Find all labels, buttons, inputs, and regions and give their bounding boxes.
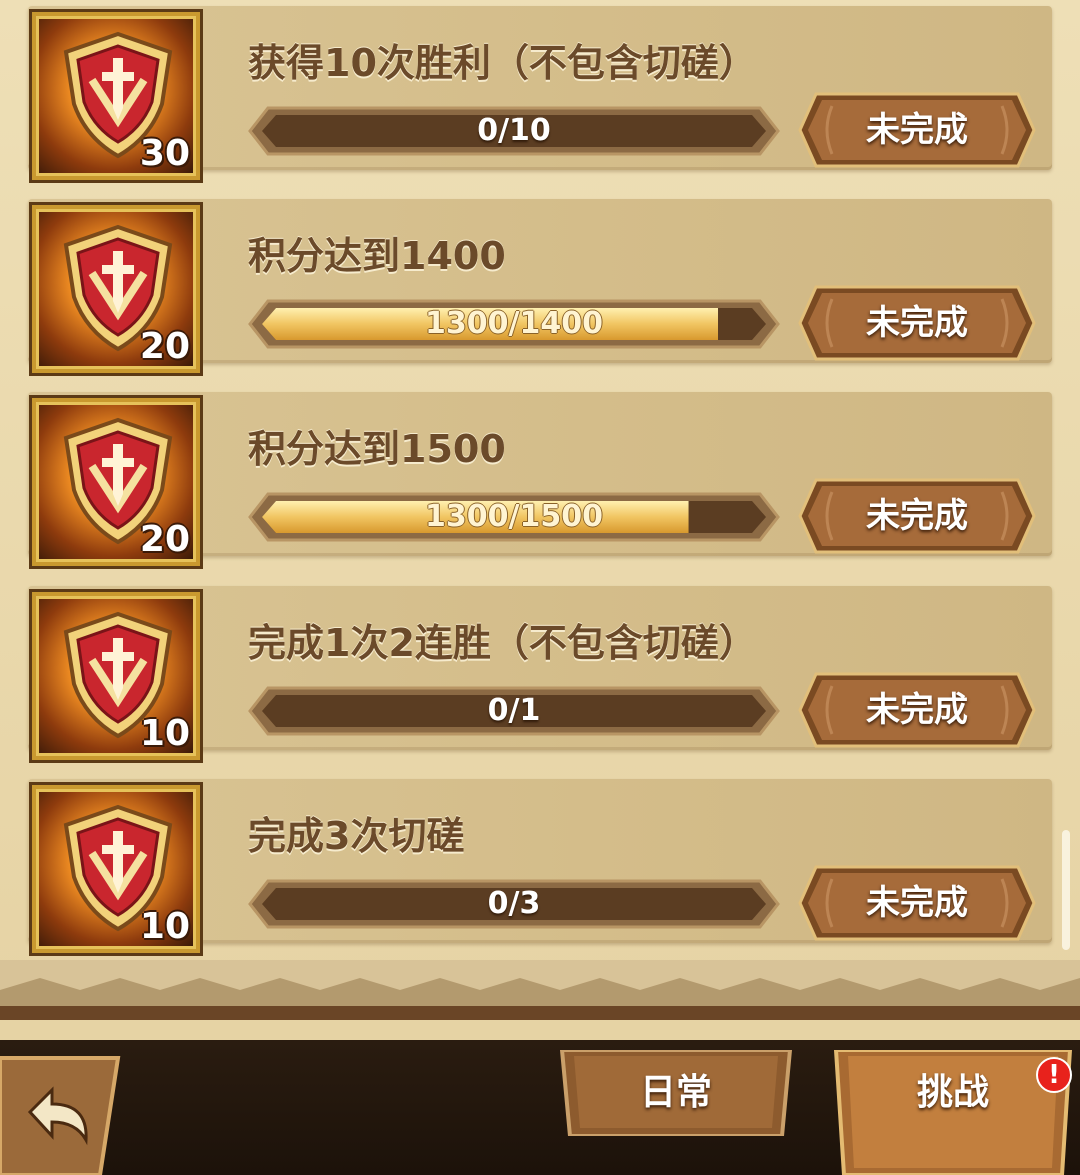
task-row: 20 积分达到1400 1300/1400 未完成: [0, 193, 1052, 373]
reward-icon-frame[interactable]: 10: [32, 592, 200, 760]
task-list-panel: 30 获得10次胜利（不包含切磋） 0/10 未完成 20 积分达到1400 1…: [0, 0, 1080, 1040]
progress-bar: 0/1: [246, 684, 782, 738]
status-button[interactable]: 未完成: [798, 92, 1036, 168]
status-label: 未完成: [866, 883, 968, 923]
reward-count: 20: [139, 519, 190, 560]
progress-text: 1300/1400: [425, 306, 603, 341]
status-label: 未完成: [866, 303, 968, 343]
task-row: 30 获得10次胜利（不包含切磋） 0/10 未完成: [0, 0, 1052, 180]
progress-text: 0/10: [477, 113, 551, 148]
reward-count: 20: [139, 326, 190, 367]
reward-count: 10: [139, 713, 190, 754]
progress-bar: 1300/1500: [246, 490, 782, 544]
progress-text: 0/1: [487, 693, 541, 728]
task-title: 积分达到1400: [248, 234, 506, 278]
back-button[interactable]: [0, 1050, 130, 1175]
reward-icon-frame[interactable]: 20: [32, 205, 200, 373]
progress-bar: 1300/1400: [246, 297, 782, 351]
reward-count: 30: [139, 133, 190, 174]
status-label: 未完成: [866, 690, 968, 730]
progress-text: 1300/1500: [425, 499, 603, 534]
task-title: 完成3次切磋: [248, 814, 465, 858]
decorative-border: [0, 960, 1080, 1020]
task-row: 10 完成1次2连胜（不包含切磋） 0/1 未完成: [0, 580, 1052, 760]
progress-text: 0/3: [487, 886, 541, 921]
back-arrow-icon: [0, 1056, 121, 1175]
status-button[interactable]: 未完成: [798, 285, 1036, 361]
task-row: 20 积分达到1500 1300/1500 未完成: [0, 386, 1052, 566]
reward-icon-frame[interactable]: 20: [32, 398, 200, 566]
tab-daily[interactable]: 日常: [556, 1048, 796, 1138]
status-label: 未完成: [866, 496, 968, 536]
task-title: 积分达到1500: [248, 427, 506, 471]
reward-icon-frame[interactable]: 30: [32, 12, 200, 180]
alert-badge: !: [1036, 1057, 1072, 1093]
progress-bar: 0/10: [246, 104, 782, 158]
status-button[interactable]: 未完成: [798, 865, 1036, 941]
task-title: 完成1次2连胜（不包含切磋）: [248, 621, 757, 665]
reward-icon-frame[interactable]: 10: [32, 785, 200, 953]
task-row: 10 完成3次切磋 0/3 未完成: [0, 773, 1052, 953]
tab-daily-label: 日常: [639, 1072, 712, 1113]
status-button[interactable]: 未完成: [798, 478, 1036, 554]
progress-bar: 0/3: [246, 877, 782, 931]
status-button[interactable]: 未完成: [798, 672, 1036, 748]
reward-count: 10: [139, 906, 190, 947]
task-title: 获得10次胜利（不包含切磋）: [248, 41, 757, 85]
status-label: 未完成: [866, 110, 968, 150]
scrollbar[interactable]: [1062, 830, 1070, 950]
